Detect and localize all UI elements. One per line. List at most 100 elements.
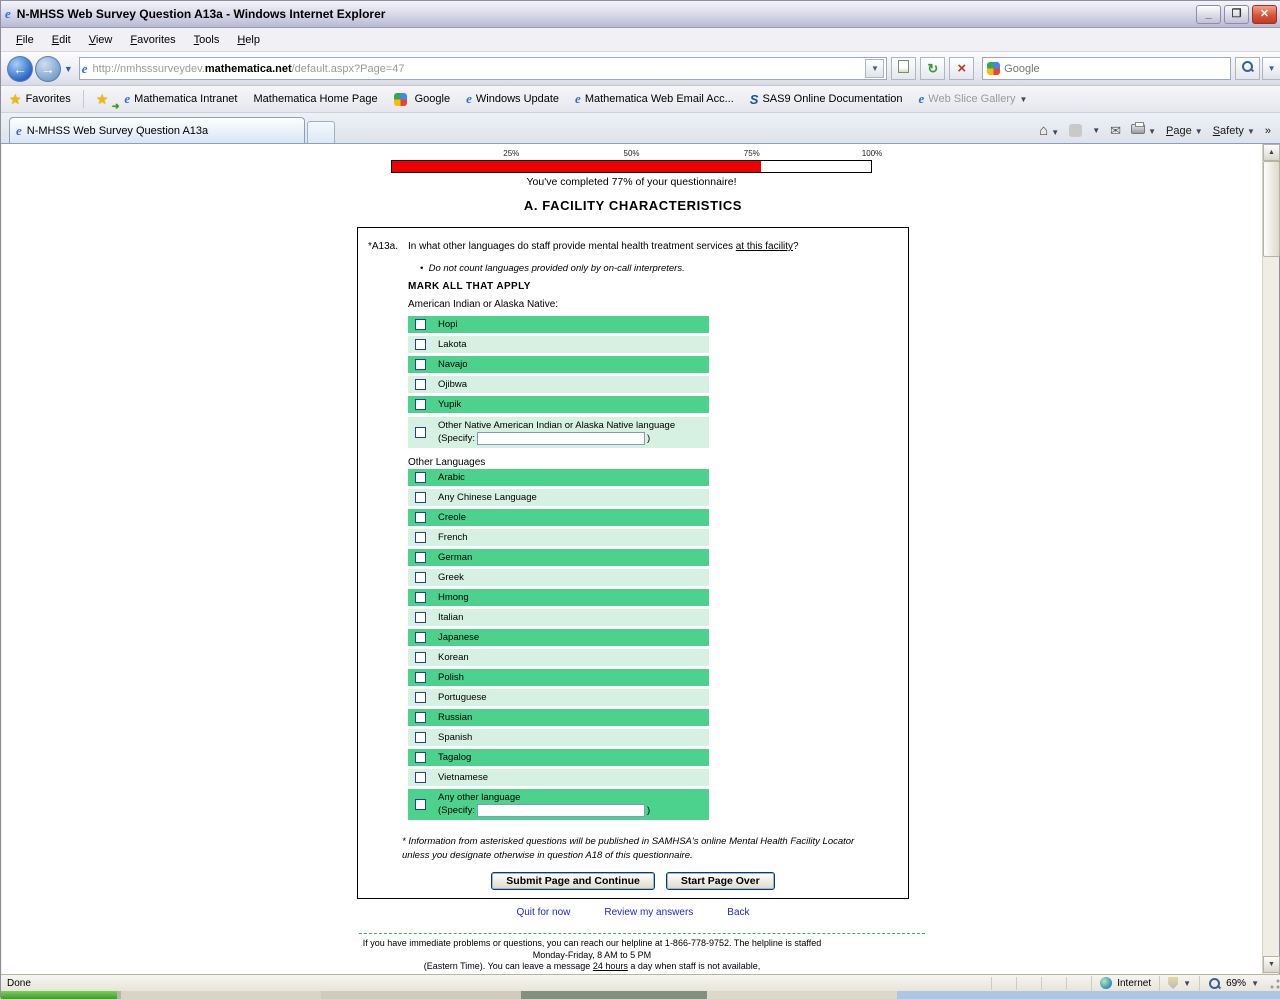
search-button[interactable] bbox=[1235, 57, 1260, 80]
group1-specify-input[interactable] bbox=[477, 432, 645, 445]
submit-button[interactable]: Submit Page and Continue bbox=[491, 872, 655, 890]
vertical-scrollbar[interactable]: ▲ ▼ bbox=[1262, 144, 1279, 974]
scroll-up-icon[interactable]: ▲ bbox=[1263, 144, 1280, 161]
favorites-link-4[interactable]: eMathematica Web Email Acc... bbox=[567, 88, 742, 110]
favorites-button[interactable]: ★ Favorites bbox=[1, 88, 79, 110]
print-button[interactable]: ▼ bbox=[1131, 124, 1156, 137]
favorites-link-0[interactable]: eMathematica Intranet bbox=[116, 88, 245, 110]
checkbox-tagalog[interactable] bbox=[415, 752, 426, 763]
add-to-favorites-button[interactable]: ★➜ bbox=[88, 88, 117, 110]
menu-help[interactable]: Help bbox=[228, 31, 269, 49]
restore-button[interactable]: ❐ bbox=[1224, 5, 1249, 24]
search-box[interactable] bbox=[982, 57, 1231, 80]
back-button[interactable]: ← bbox=[7, 56, 33, 82]
feeds-chevron-icon[interactable]: ▼ bbox=[1092, 126, 1100, 135]
checkbox-italian[interactable] bbox=[415, 612, 426, 623]
checkbox-vietnamese[interactable] bbox=[415, 772, 426, 783]
title-bar: e N-MHSS Web Survey Question A13a - Wind… bbox=[1, 1, 1280, 28]
minimize-button[interactable]: _ bbox=[1196, 5, 1221, 24]
language-row: Tagalog bbox=[408, 749, 709, 766]
safety-menu[interactable]: Safety ▼ bbox=[1213, 125, 1255, 137]
page-menu[interactable]: Page ▼ bbox=[1166, 125, 1203, 137]
nav-link-back[interactable]: Back bbox=[727, 907, 749, 918]
menu-edit[interactable]: Edit bbox=[43, 31, 80, 49]
compatibility-view-button[interactable] bbox=[891, 57, 916, 80]
checkbox-french[interactable] bbox=[415, 532, 426, 543]
checkbox-lakota[interactable] bbox=[415, 339, 426, 350]
favorites-link-3[interactable]: eWindows Update bbox=[458, 88, 567, 110]
new-tab-stub[interactable] bbox=[307, 121, 335, 143]
forward-button[interactable]: → bbox=[35, 56, 61, 82]
language-row: Yupik bbox=[408, 396, 709, 413]
nav-link-review-my-answers[interactable]: Review my answers bbox=[604, 907, 693, 918]
address-url[interactable]: http://nmhsssurveydev.mathematica.net/de… bbox=[93, 63, 866, 75]
question-box: *A13a. In what other languages do staff … bbox=[357, 227, 909, 899]
language-row: Korean bbox=[408, 649, 709, 666]
refresh-button[interactable]: ↻ bbox=[920, 57, 945, 80]
language-row: Ojibwa bbox=[408, 376, 709, 393]
checkbox-group2-other[interactable] bbox=[415, 799, 426, 810]
address-bar[interactable]: e http://nmhsssurveydev.mathematica.net/… bbox=[79, 57, 888, 80]
status-cell bbox=[1066, 977, 1067, 990]
menu-file[interactable]: File bbox=[7, 31, 43, 49]
sas-icon: S bbox=[750, 92, 759, 107]
specify-label: (Specify: bbox=[438, 433, 475, 444]
checkbox-japanese[interactable] bbox=[415, 632, 426, 643]
recent-pages-chevron-icon[interactable]: ▼ bbox=[64, 64, 73, 74]
checkbox-russian[interactable] bbox=[415, 712, 426, 723]
protected-mode-control[interactable]: ▼ bbox=[1159, 976, 1199, 991]
checkbox-korean[interactable] bbox=[415, 652, 426, 663]
language-label: Creole bbox=[438, 512, 466, 523]
language-label: German bbox=[438, 552, 472, 563]
favorites-link-5[interactable]: SSAS9 Online Documentation bbox=[742, 88, 911, 110]
close-button[interactable]: ✕ bbox=[1252, 5, 1277, 24]
checkbox-greek[interactable] bbox=[415, 572, 426, 583]
checkbox-portuguese[interactable] bbox=[415, 692, 426, 703]
nav-link-quit-for-now[interactable]: Quit for now bbox=[516, 907, 570, 918]
checkbox-arabic[interactable] bbox=[415, 472, 426, 483]
home-button[interactable]: ⌂ ▼ bbox=[1039, 122, 1059, 139]
group1-other-row: Other Native American Indian or Alaska N… bbox=[408, 417, 709, 451]
zoom-control[interactable]: 69% ▼ bbox=[1199, 976, 1267, 991]
stop-button[interactable]: × bbox=[949, 57, 974, 80]
address-dropdown-icon[interactable]: ▼ bbox=[865, 59, 884, 78]
language-label: Hmong bbox=[438, 592, 469, 603]
ie-logo-icon: e bbox=[5, 6, 11, 22]
language-label: Greek bbox=[438, 572, 464, 583]
checkbox-hmong[interactable] bbox=[415, 592, 426, 603]
checkbox-spanish[interactable] bbox=[415, 732, 426, 743]
read-mail-icon[interactable]: ✉ bbox=[1110, 123, 1121, 139]
scrollbar-thumb[interactable] bbox=[1263, 161, 1280, 257]
favorites-link-6[interactable]: eWeb Slice Gallery▼ bbox=[911, 88, 1036, 110]
language-row: Portuguese bbox=[408, 689, 709, 706]
status-text: Done bbox=[1, 978, 991, 989]
menu-favorites[interactable]: Favorites bbox=[121, 31, 184, 49]
checkbox-group1-other[interactable] bbox=[415, 427, 426, 438]
checkbox-german[interactable] bbox=[415, 552, 426, 563]
checkbox-polish[interactable] bbox=[415, 672, 426, 683]
search-input[interactable] bbox=[1004, 63, 1226, 75]
checkbox-creole[interactable] bbox=[415, 512, 426, 523]
menu-tools[interactable]: Tools bbox=[185, 31, 229, 49]
menu-view[interactable]: View bbox=[80, 31, 122, 49]
specify-close: ) bbox=[647, 433, 650, 444]
favorites-link-1[interactable]: Mathematica Home Page bbox=[246, 88, 386, 110]
checkbox-yupik[interactable] bbox=[415, 399, 426, 410]
scroll-down-icon[interactable]: ▼ bbox=[1263, 956, 1280, 973]
favorites-link-2[interactable]: Google bbox=[386, 88, 458, 110]
language-label: Spanish bbox=[438, 732, 472, 743]
group2-specify-input[interactable] bbox=[477, 804, 645, 817]
tab-active[interactable]: e N-MHSS Web Survey Question A13a bbox=[9, 117, 305, 143]
scale-label: 25% bbox=[503, 149, 519, 158]
more-commands-chevron[interactable]: » bbox=[1265, 125, 1271, 137]
start-over-button[interactable]: Start Page Over bbox=[666, 872, 775, 890]
specify-label: (Specify: bbox=[438, 805, 475, 816]
search-options-chevron-icon[interactable]: ▼ bbox=[1262, 57, 1280, 80]
google-icon bbox=[394, 93, 407, 106]
checkbox-ojibwa[interactable] bbox=[415, 379, 426, 390]
rss-feeds-icon[interactable] bbox=[1069, 124, 1082, 137]
checkbox-navajo[interactable] bbox=[415, 359, 426, 370]
progress-fill bbox=[392, 161, 761, 172]
checkbox-hopi[interactable] bbox=[415, 319, 426, 330]
checkbox-any-chinese-language[interactable] bbox=[415, 492, 426, 503]
